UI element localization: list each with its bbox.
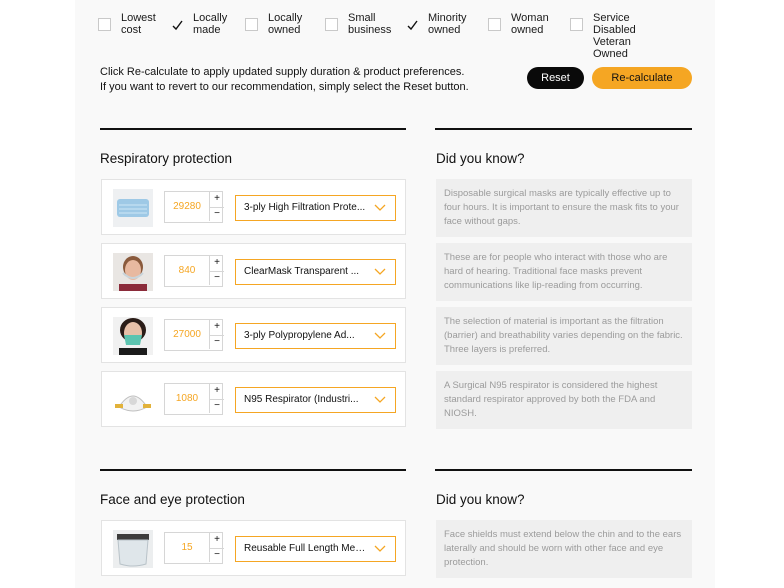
checkmark-icon — [407, 20, 418, 31]
tip-card: Face shields must extend below the chin … — [436, 520, 692, 578]
instructions-line: If you want to revert to our recommendat… — [100, 80, 469, 93]
increment-button[interactable]: + — [209, 192, 224, 208]
surgical-mask-image — [113, 189, 153, 227]
quantity-stepper[interactable]: 840 + − — [164, 255, 224, 287]
tips-title: Did you know? — [436, 492, 525, 507]
product-select[interactable]: N95 Respirator (Industri... — [235, 387, 396, 413]
product-select-value: N95 Respirator (Industri... — [244, 394, 359, 405]
checkbox[interactable] — [98, 18, 111, 31]
product-select[interactable]: 3-ply Polypropylene Ad... — [235, 323, 396, 349]
filter-label: Locally made — [193, 12, 228, 36]
tip-card: These are for people who interact with t… — [436, 243, 692, 301]
instructions-line: Click Re-calculate to apply updated supp… — [100, 66, 465, 78]
clear-mask-image — [113, 253, 153, 291]
quantity-input[interactable]: 27000 — [165, 320, 209, 350]
filter-label: Small business — [348, 12, 392, 36]
checkbox[interactable] — [325, 18, 338, 31]
checkbox[interactable] — [488, 18, 501, 31]
chevron-down-icon — [374, 332, 386, 339]
product-row: 1080 + − N95 Respirator (Industri... — [101, 371, 406, 427]
filter-label: Service Disabled Veteran Owned — [593, 12, 636, 60]
section-divider — [435, 128, 692, 130]
decrement-button[interactable]: − — [209, 207, 224, 221]
decrement-button[interactable]: − — [209, 335, 224, 349]
reset-button[interactable]: Reset — [527, 67, 584, 89]
quantity-input[interactable]: 840 — [165, 256, 209, 286]
recalculate-button[interactable]: Re-calculate — [592, 67, 692, 89]
filter-label: Locally owned — [268, 12, 303, 36]
decrement-button[interactable]: − — [209, 271, 224, 285]
product-select-value: ClearMask Transparent ... — [244, 266, 360, 277]
decrement-button[interactable]: − — [209, 548, 224, 562]
product-select[interactable]: 3-ply High Filtration Prote... — [235, 195, 396, 221]
section-title: Respiratory protection — [100, 151, 233, 166]
filter-label: Woman owned — [511, 12, 549, 36]
product-row: 29280 + − 3-ply High Filtration Prote... — [101, 179, 406, 235]
quantity-stepper[interactable]: 15 + − — [164, 532, 224, 564]
tips-title: Did you know? — [436, 151, 525, 166]
chevron-down-icon — [374, 396, 386, 403]
checkbox[interactable] — [570, 18, 583, 31]
checkmark-icon — [172, 20, 183, 31]
polypropylene-mask-image — [113, 317, 153, 355]
product-select-value: 3-ply Polypropylene Ad... — [244, 330, 355, 341]
checkbox-checked[interactable] — [170, 18, 183, 31]
increment-button[interactable]: + — [209, 320, 224, 336]
chevron-down-icon — [374, 545, 386, 552]
quantity-input[interactable]: 15 — [165, 533, 209, 563]
tip-card: A Surgical N95 respirator is considered … — [436, 371, 692, 429]
increment-button[interactable]: + — [209, 533, 224, 549]
product-select-value: Reusable Full Length Med... — [244, 543, 369, 554]
quantity-input[interactable]: 29280 — [165, 192, 209, 222]
section-divider — [100, 469, 406, 471]
tip-card: The selection of material is important a… — [436, 307, 692, 365]
chevron-down-icon — [374, 204, 386, 211]
section-divider — [100, 128, 406, 130]
section-divider — [435, 469, 692, 471]
n95-respirator-image — [113, 381, 153, 419]
face-shield-image — [113, 530, 153, 568]
filter-label: Lowest cost — [121, 12, 156, 36]
quantity-input[interactable]: 1080 — [165, 384, 209, 414]
product-select[interactable]: ClearMask Transparent ... — [235, 259, 396, 285]
quantity-stepper[interactable]: 27000 + − — [164, 319, 224, 351]
checkbox-checked[interactable] — [405, 18, 418, 31]
product-row: 15 + − Reusable Full Length Med... — [101, 520, 406, 576]
decrement-button[interactable]: − — [209, 399, 224, 413]
chevron-down-icon — [374, 268, 386, 275]
product-select-value: 3-ply High Filtration Prote... — [244, 202, 366, 213]
checkbox[interactable] — [245, 18, 258, 31]
quantity-stepper[interactable]: 29280 + − — [164, 191, 224, 223]
increment-button[interactable]: + — [209, 384, 224, 400]
product-row: 27000 + − 3-ply Polypropylene Ad... — [101, 307, 406, 363]
section-title: Face and eye protection — [100, 492, 245, 507]
tip-card: Disposable surgical masks are typically … — [436, 179, 692, 237]
recalculate-instructions: Click Re-calculate to apply updated supp… — [100, 65, 500, 94]
product-row: 840 + − ClearMask Transparent ... — [101, 243, 406, 299]
increment-button[interactable]: + — [209, 256, 224, 272]
product-select[interactable]: Reusable Full Length Med... — [235, 536, 396, 562]
quantity-stepper[interactable]: 1080 + − — [164, 383, 224, 415]
filter-label: Minority owned — [428, 12, 467, 36]
